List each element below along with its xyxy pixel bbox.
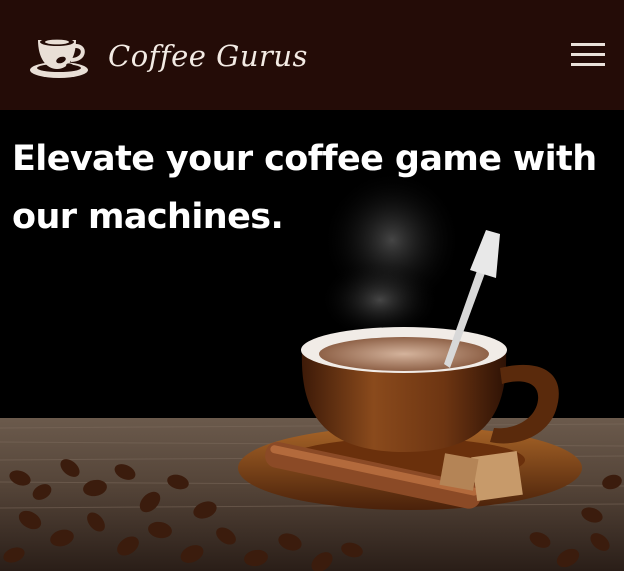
hamburger-menu-icon bbox=[571, 43, 605, 66]
brand-name[interactable]: Coffee Gurus bbox=[108, 36, 308, 76]
hamburger-menu-button[interactable] bbox=[568, 40, 608, 70]
navbar: Coffee Gurus bbox=[0, 0, 624, 110]
hero-section: Elevate your coffee game with our machin… bbox=[0, 110, 624, 571]
hero-headline: Elevate your coffee game with our machin… bbox=[12, 139, 597, 237]
coffee-cup-logo-icon[interactable] bbox=[28, 32, 90, 80]
